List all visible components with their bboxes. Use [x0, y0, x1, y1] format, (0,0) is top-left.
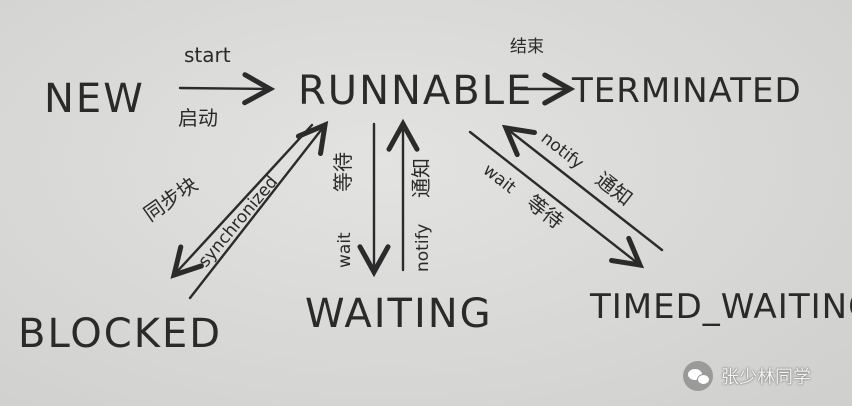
label-timed-notify-en: notify	[537, 128, 587, 174]
label-timed-notify-cn: 通知	[591, 167, 637, 211]
state-runnable: RUNNABLE	[298, 68, 533, 114]
label-synchronized-en: synchronized	[195, 172, 283, 271]
label-notify-en: notify	[413, 224, 433, 272]
thread-state-diagram: NEW RUNNABLE TERMINATED BLOCKED WAITING …	[18, 37, 852, 357]
label-wait-cn: 等待	[331, 152, 355, 192]
label-synchronized-cn: 同步块	[139, 172, 202, 226]
label-wait-en: wait	[335, 232, 355, 268]
watermark: 张少林同学	[683, 360, 811, 392]
state-new: NEW	[44, 76, 145, 122]
state-waiting: WAITING	[305, 291, 493, 337]
label-end-cn: 结束	[510, 37, 544, 57]
wechat-icon	[683, 361, 713, 391]
state-timed-waiting: TIMED_WAITING	[589, 287, 852, 327]
state-terminated: TERMINATED	[571, 71, 802, 111]
label-start-cn: 启动	[178, 106, 218, 130]
arrow-new-to-runnable	[178, 72, 276, 106]
watermark-text: 张少林同学	[721, 367, 811, 388]
label-notify-cn: 通知	[409, 158, 433, 198]
state-blocked: BLOCKED	[18, 311, 222, 357]
label-start-en: start	[184, 43, 231, 67]
label-timed-wait-cn: 等待	[522, 190, 568, 234]
arrow-timed-waiting-to-runnable	[501, 124, 664, 252]
